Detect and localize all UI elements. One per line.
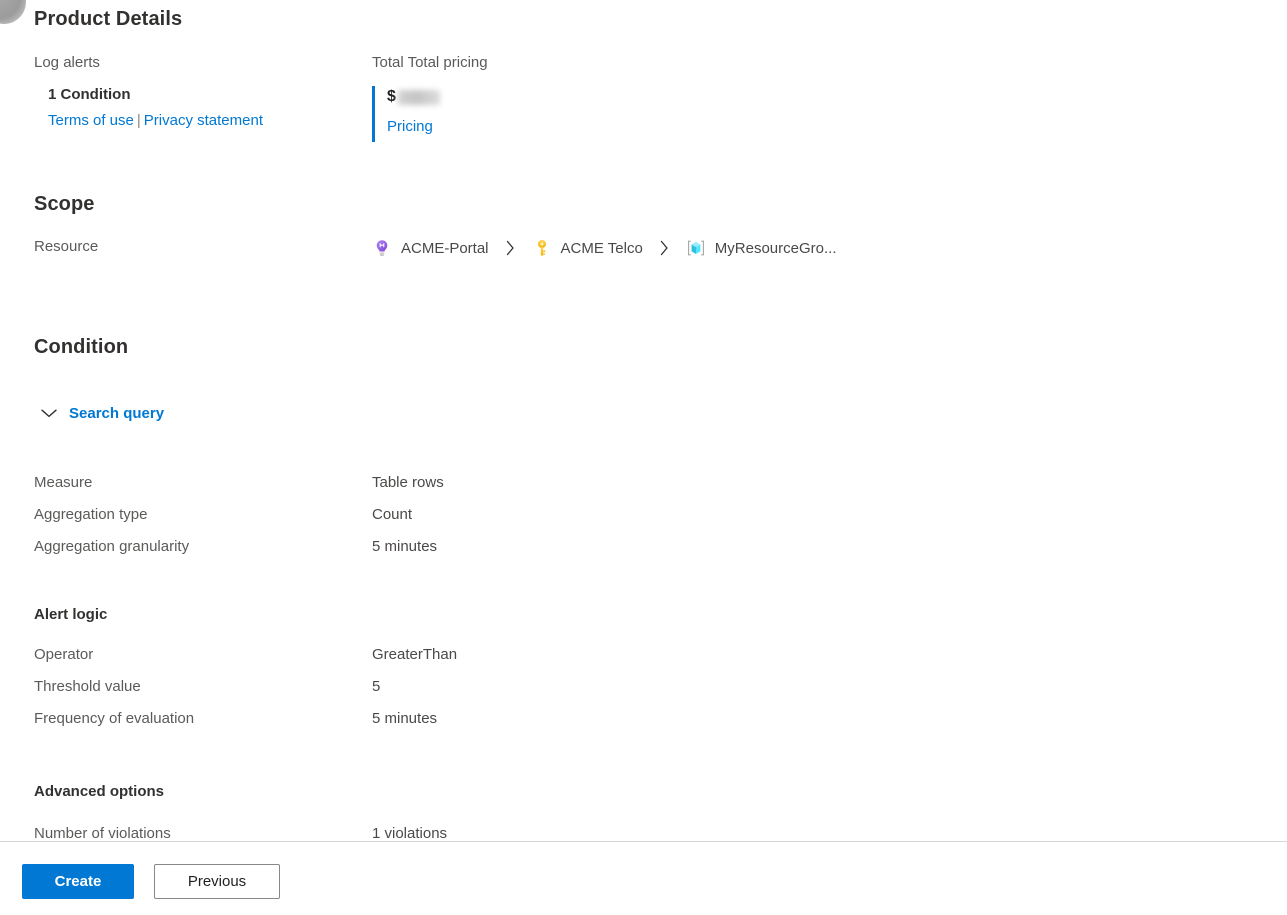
- offer-type-label: Log alerts: [34, 54, 100, 71]
- scope-section-title: Scope: [34, 193, 95, 215]
- list-item: Operator GreaterThan: [0, 646, 1287, 678]
- breadcrumb-label: ACME Telco: [560, 239, 643, 257]
- row-value: 1 violations: [372, 825, 448, 841]
- alert-logic-list: Operator GreaterThan Threshold value 5 F…: [0, 646, 1287, 742]
- row-label: Threshold value: [34, 678, 141, 695]
- list-item: Frequency of evaluation 5 minutes: [0, 710, 1287, 742]
- redacted-price-value: [397, 89, 440, 105]
- breadcrumb: ACME-Portal ACME Telco MyResourceGro...: [372, 236, 837, 260]
- product-details-pricing-column: Total Total pricing $ Pricing: [372, 52, 488, 142]
- row-label: Aggregation granularity: [34, 538, 190, 555]
- pricing-link[interactable]: Pricing: [387, 117, 488, 137]
- row-value: 5: [372, 678, 381, 695]
- footer-action-bar: Create Previous: [0, 842, 1287, 915]
- condition-count-value: 1 Condition: [48, 86, 131, 103]
- resource-group-icon: [687, 240, 704, 256]
- row-value: 5 minutes: [372, 710, 438, 727]
- list-item: Aggregation granularity 5 minutes: [0, 538, 1287, 570]
- breadcrumb-label: ACME-Portal: [401, 239, 489, 257]
- breadcrumb-item-subscription[interactable]: ACME Telco: [532, 236, 643, 260]
- review-create-panel: Product Details Log alerts 1 Condition T…: [0, 0, 1287, 841]
- search-query-toggle[interactable]: Search query: [40, 402, 164, 424]
- legal-links: Terms of use | Privacy statement: [48, 111, 263, 131]
- lightbulb-icon: [376, 240, 388, 256]
- terms-of-use-link[interactable]: Terms of use: [48, 112, 134, 129]
- row-label: Aggregation type: [34, 506, 148, 523]
- advanced-options-list: Number of violations 1 violations: [0, 825, 1287, 841]
- row-value: Count: [372, 506, 413, 523]
- search-query-label: Search query: [69, 404, 165, 422]
- condition-section-title: Condition: [34, 336, 129, 358]
- alert-logic-title: Alert logic: [34, 606, 108, 623]
- key-icon: [537, 239, 546, 256]
- total-pricing-label: Total Total pricing: [372, 54, 488, 71]
- product-details-left-column: Log alerts 1 Condition Terms of use | Priv…: [34, 52, 263, 131]
- row-label: Number of violations: [34, 825, 171, 841]
- list-item: Measure Table rows: [0, 474, 1287, 506]
- advanced-options-title: Advanced options: [34, 783, 165, 800]
- chevron-right-icon: [660, 240, 668, 256]
- row-label: Operator: [34, 646, 94, 663]
- resource-label: Resource: [34, 238, 99, 255]
- row-value: GreaterThan: [372, 646, 458, 663]
- chevron-right-icon: [506, 240, 514, 256]
- pricing-callout: $ Pricing: [372, 86, 488, 142]
- privacy-statement-link[interactable]: Privacy statement: [144, 112, 263, 129]
- legal-link-separator: |: [136, 112, 141, 129]
- row-label: Frequency of evaluation: [34, 710, 195, 727]
- breadcrumb-item-resource-group[interactable]: MyResourceGro...: [686, 236, 837, 260]
- price-amount-row: $: [387, 86, 488, 108]
- measure-settings-list: Measure Table rows Aggregation type Coun…: [0, 474, 1287, 570]
- currency-symbol: $: [387, 88, 396, 105]
- chevron-down-icon: [41, 409, 57, 418]
- row-value: Table rows: [372, 474, 444, 491]
- row-label: Measure: [34, 474, 93, 491]
- previous-button[interactable]: Previous: [154, 864, 280, 899]
- breadcrumb-label: MyResourceGro...: [714, 239, 837, 257]
- list-item: Threshold value 5: [0, 678, 1287, 710]
- create-button[interactable]: Create: [22, 864, 134, 899]
- breadcrumb-item-portal[interactable]: ACME-Portal: [372, 236, 489, 260]
- list-item: Number of violations 1 violations: [0, 825, 1287, 841]
- list-item: Aggregation type Count: [0, 506, 1287, 538]
- page-title: Product Details: [34, 8, 183, 30]
- row-value: 5 minutes: [372, 538, 438, 555]
